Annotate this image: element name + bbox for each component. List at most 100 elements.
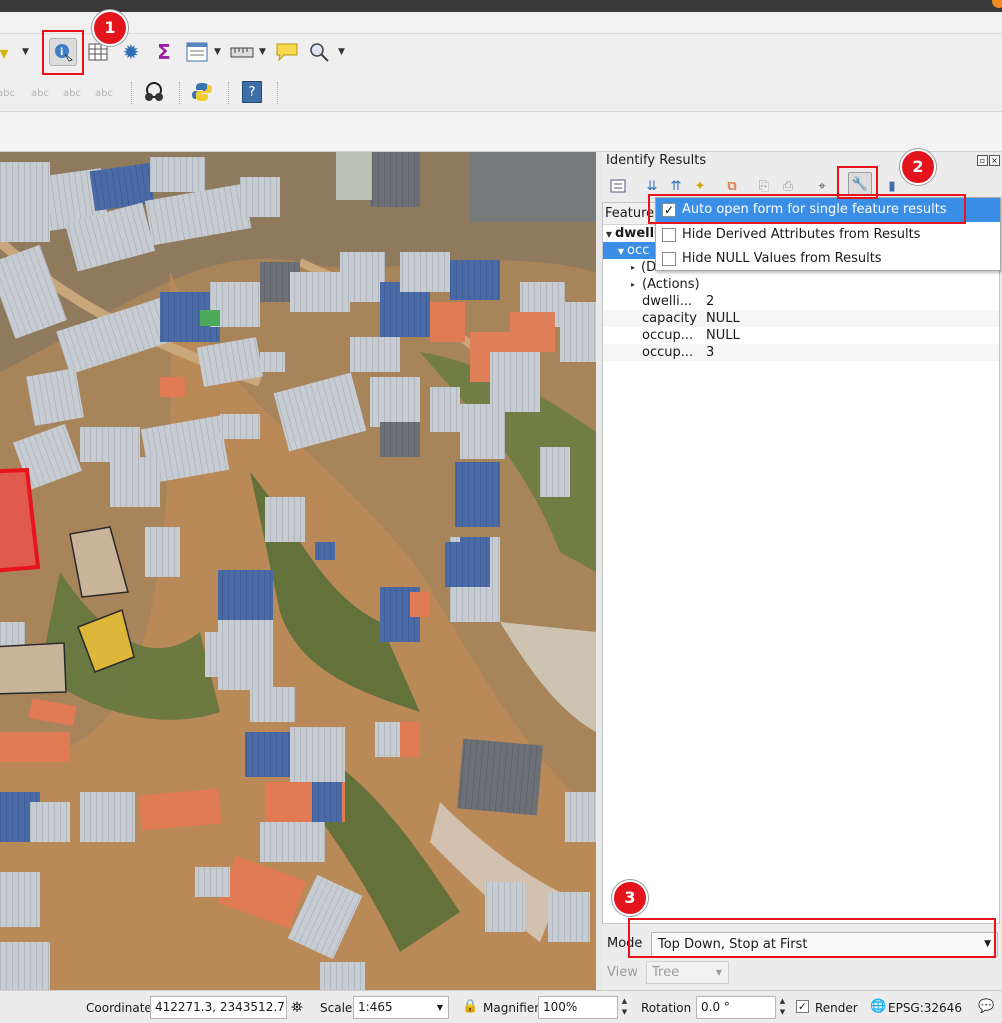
attribute-value: 2 [706, 294, 715, 309]
dropdown-arrow-icon: ▼ [436, 1003, 443, 1012]
collapse-arrow-icon[interactable]: ▼ [603, 226, 615, 243]
toolbar-separator [179, 82, 180, 104]
dwelling-polygon-tan-2[interactable] [0, 642, 67, 695]
statistical-summary-button[interactable]: Σ [150, 38, 178, 66]
label-tool-icon[interactable]: abc [0, 79, 20, 107]
select-dropdown-icon[interactable]: ▼ [22, 47, 29, 57]
scale-combo[interactable]: 1:465 ▼ [353, 996, 449, 1019]
pin-label-icon[interactable]: abc [26, 79, 54, 107]
expand-arrow-icon[interactable]: ▸ [627, 259, 639, 276]
help-icon[interactable]: ▮ [882, 176, 902, 196]
callout-badge-1: 1 [92, 10, 128, 46]
attribute-name: occup... [642, 345, 694, 360]
attribute-row[interactable]: occup... NULL [603, 327, 999, 344]
field-calculator-button[interactable] [183, 38, 211, 66]
rotation-field[interactable]: 0.0 ° [696, 996, 776, 1019]
window-indicator-icon [992, 0, 1002, 8]
magnifier-field[interactable]: 100% [538, 996, 618, 1019]
magnifier-label: Magnifier [483, 1001, 540, 1015]
attribute-name: occup... [642, 328, 694, 343]
speech-bubble-icon [276, 43, 298, 62]
python-console-button[interactable] [188, 78, 216, 106]
attribute-value: NULL [706, 328, 740, 343]
select-features-icon[interactable]: ▾ [0, 39, 18, 67]
expand-tree-icon[interactable] [608, 176, 628, 196]
measure-button[interactable] [228, 38, 256, 66]
show-hide-label-icon[interactable]: abc [58, 79, 86, 107]
checkbox-icon[interactable] [662, 228, 676, 242]
zoom-tool-button[interactable] [305, 38, 333, 66]
callout-box-auto-open [648, 194, 966, 224]
collapse-arrow-icon[interactable]: ▼ [615, 243, 627, 260]
toolbar-separator [228, 82, 229, 104]
help-button[interactable]: ? [238, 78, 266, 106]
rotation-spinner-icon[interactable]: ▲ ▼ [777, 996, 788, 1019]
python-icon [192, 83, 212, 101]
view-row: View Tree ▼ [606, 961, 806, 985]
tree-icon [610, 179, 626, 193]
browser-button[interactable] [140, 78, 168, 106]
toggle-extents-icon[interactable]: ⛯ [291, 998, 303, 1016]
checkbox-icon[interactable] [662, 252, 676, 266]
clear-results-icon[interactable]: ⧉ [722, 176, 742, 196]
table-dropdown-icon[interactable]: ▼ [214, 47, 221, 57]
layer-name: dwell [615, 226, 655, 241]
magnifier-spinner-icon[interactable]: ▲ ▼ [619, 996, 630, 1019]
menu-item-hide-derived[interactable]: Hide Derived Attributes from Results [656, 223, 1000, 247]
render-label: Render [815, 1001, 858, 1015]
coordinate-value: 412271.3, 2343512.7 [155, 1000, 285, 1014]
menu-item-label: Hide Derived Attributes from Results [682, 227, 921, 242]
attributes-toolbar: ▾ ▼ i ✹ Σ ▼ ▼ ▼ [0, 34, 1002, 74]
zoom-dropdown-icon[interactable]: ▼ [338, 47, 345, 57]
collapse-all-icon[interactable]: ⇈ [666, 176, 686, 196]
map-canvas[interactable] [0, 152, 596, 990]
view-select[interactable]: Tree ▼ [646, 961, 729, 984]
attribute-name: capacity [642, 311, 697, 326]
scale-value: 1:465 [358, 1000, 393, 1014]
rotation-label: Rotation [641, 1001, 692, 1015]
render-checkbox-icon[interactable]: ✓ [796, 1000, 809, 1013]
close-panel-icon[interactable]: × [989, 155, 1000, 166]
help-book-icon: ? [242, 81, 262, 103]
processing-toolbox-button[interactable]: ✹ [117, 38, 145, 66]
callout-box-mode [628, 918, 996, 958]
messages-icon[interactable]: 💬 [978, 999, 994, 1014]
copy-feature-icon[interactable]: ⎘ [754, 176, 774, 196]
coordinate-field[interactable]: 412271.3, 2343512.7 [150, 996, 287, 1019]
attribute-value: NULL [706, 311, 740, 326]
lock-icon[interactable]: 🔒 [462, 999, 478, 1014]
measure-dropdown-icon[interactable]: ▼ [259, 47, 266, 57]
identify-results-panel: Identify Results ▫ × ⇊ ⇈ ✦ ⧉ ⎘ ⎙ ⌖ 🔧 ▮ F… [602, 152, 1002, 990]
attribute-row[interactable]: occup... 3 [603, 344, 999, 361]
empty-toolbar-area [0, 112, 1002, 152]
rotation-value: 0.0 ° [701, 1000, 730, 1014]
expand-all-icon[interactable]: ⇊ [642, 176, 662, 196]
menu-item-hide-null[interactable]: Hide NULL Values from Results [656, 247, 1000, 271]
map-tips-button[interactable] [273, 38, 301, 66]
identify-selection-icon[interactable]: ⌖ [812, 176, 832, 196]
panel-title: Identify Results [606, 153, 707, 168]
move-label-icon[interactable]: abc [90, 79, 118, 107]
crs-label[interactable]: EPSG:32646 [888, 1001, 962, 1015]
expand-new-results-icon[interactable]: ✦ [690, 176, 710, 196]
callout-badge-3: 3 [612, 880, 648, 916]
magnifier-value: 100% [543, 1000, 578, 1014]
results-tree[interactable]: Feature ▼ dwell ▼ occ ▸ (D ▸ (Actions) dwell… [602, 202, 1000, 924]
attribute-value: 3 [706, 345, 715, 360]
open-attribute-table-icon [88, 43, 108, 61]
actions-row[interactable]: ▸ (Actions) [603, 276, 999, 293]
crs-globe-icon[interactable]: 🌐 [870, 999, 886, 1014]
magnifier-gear-icon [310, 43, 329, 62]
statistical-summary-icon: Σ [157, 40, 171, 64]
attribute-name: (Actions) [642, 277, 700, 292]
attribute-name: (D [641, 260, 657, 275]
dropdown-arrow-icon: ▼ [715, 968, 722, 977]
callout-badge-2: 2 [900, 149, 936, 185]
expand-arrow-icon[interactable]: ▸ [627, 276, 639, 293]
attribute-row[interactable]: dwelli... 2 [603, 293, 999, 310]
print-icon[interactable]: ⎙ [778, 176, 798, 196]
attribute-row[interactable]: capacity NULL [603, 310, 999, 327]
float-panel-icon[interactable]: ▫ [977, 155, 988, 166]
table-icon [186, 42, 208, 62]
view-label: View [607, 965, 638, 980]
